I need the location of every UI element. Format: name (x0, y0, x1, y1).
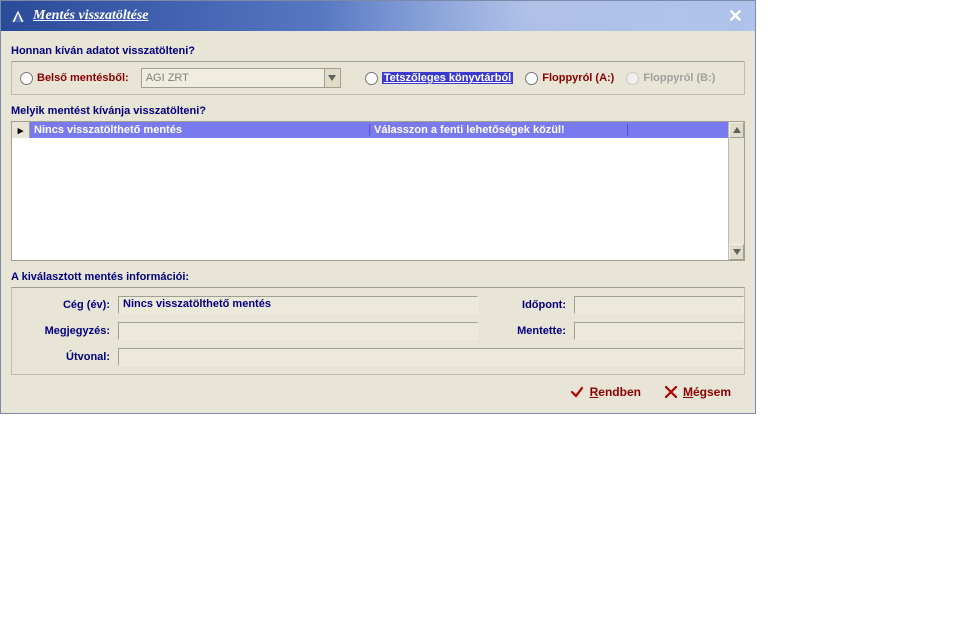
row-marker-icon: ▸ (12, 122, 30, 138)
x-icon (665, 386, 677, 398)
check-icon (570, 385, 584, 399)
field-idopont (574, 296, 744, 314)
company-combo[interactable]: AGI ZRT (141, 68, 341, 88)
radio-internal-input[interactable] (20, 72, 33, 85)
radio-anydir[interactable]: Tetszőleges könyvtárból (365, 72, 514, 85)
field-utvonal (118, 348, 744, 366)
source-radio-group: Belső mentésből: AGI ZRT Tetszőleges kön… (11, 61, 745, 95)
scroll-down-icon[interactable] (729, 244, 744, 260)
app-icon (9, 7, 27, 25)
backup-list[interactable]: ▸ Nincs visszatölthető mentés Válasszon … (11, 121, 745, 261)
label-utvonal: Útvonal: (20, 351, 110, 363)
question-which: Melyik mentést kívánja visszatölteni? (11, 105, 745, 117)
dialog-window: Mentés visszatöltése ✕ Honnan kíván adat… (0, 0, 756, 414)
radio-anydir-label: Tetszőleges könyvtárból (382, 72, 514, 84)
window-title: Mentés visszatöltése (33, 8, 149, 24)
titlebar-left: Mentés visszatöltése (9, 7, 149, 25)
close-icon[interactable]: ✕ (724, 6, 747, 27)
company-combo-value: AGI ZRT (142, 72, 324, 84)
list-item[interactable]: ▸ Nincs visszatölthető mentés Válasszon … (12, 122, 728, 138)
field-ceg: Nincs visszatölthető mentés (118, 296, 478, 314)
backup-list-rows: ▸ Nincs visszatölthető mentés Válasszon … (12, 122, 728, 260)
radio-floppy-a[interactable]: Floppyról (A:) (525, 72, 614, 85)
radio-floppy-b: Floppyról (B:) (626, 72, 715, 85)
scrollbar[interactable] (728, 122, 744, 260)
radio-floppy-a-input[interactable] (525, 72, 538, 85)
question-info: A kiválasztott mentés információi: (11, 271, 745, 283)
cancel-label: Mégsem (683, 385, 731, 399)
chevron-down-icon[interactable] (324, 69, 340, 87)
field-mentette (574, 322, 744, 340)
radio-internal[interactable]: Belső mentésből: (20, 72, 129, 85)
radio-internal-label: Belső mentésből: (37, 72, 129, 84)
label-idopont: Időpont: (486, 299, 566, 311)
info-panel: Cég (év): Nincs visszatölthető mentés Id… (11, 287, 745, 375)
scroll-up-icon[interactable] (729, 122, 744, 138)
radio-floppy-b-input (626, 72, 639, 85)
dialog-body: Honnan kíván adatot visszatölteni? Belső… (1, 31, 755, 413)
question-source: Honnan kíván adatot visszatölteni? (11, 45, 745, 57)
radio-floppy-a-label: Floppyról (A:) (542, 72, 614, 84)
ok-label: Rendben (590, 385, 641, 399)
list-cell-msg: Válasszon a fenti lehetőségek közül! (370, 124, 628, 136)
ok-button[interactable]: Rendben (570, 385, 641, 399)
label-mentette: Mentette: (486, 325, 566, 337)
list-cell-name: Nincs visszatölthető mentés (30, 124, 370, 136)
radio-anydir-input[interactable] (365, 72, 378, 85)
label-ceg: Cég (év): (20, 299, 110, 311)
label-megjegyzes: Megjegyzés: (20, 325, 110, 337)
field-megjegyzes (118, 322, 478, 340)
titlebar: Mentés visszatöltése ✕ (1, 1, 755, 31)
radio-floppy-b-label: Floppyról (B:) (643, 72, 715, 84)
cancel-button[interactable]: Mégsem (665, 385, 731, 399)
button-row: Rendben Mégsem (11, 375, 745, 403)
